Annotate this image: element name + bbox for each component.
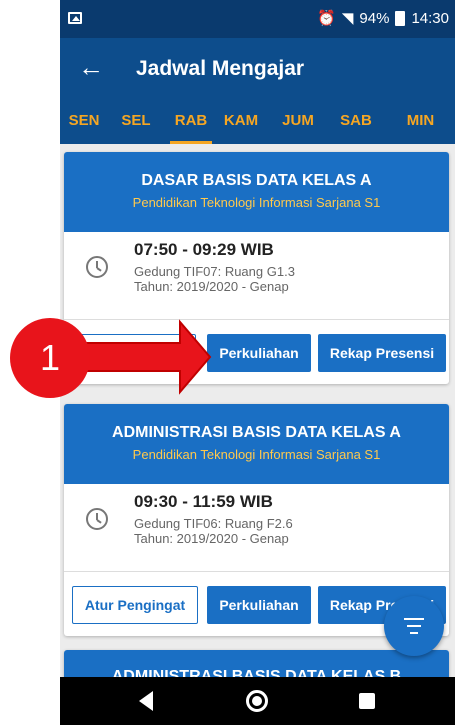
annotation-marker: 1 [10,318,90,398]
arrow-shape [69,319,212,395]
